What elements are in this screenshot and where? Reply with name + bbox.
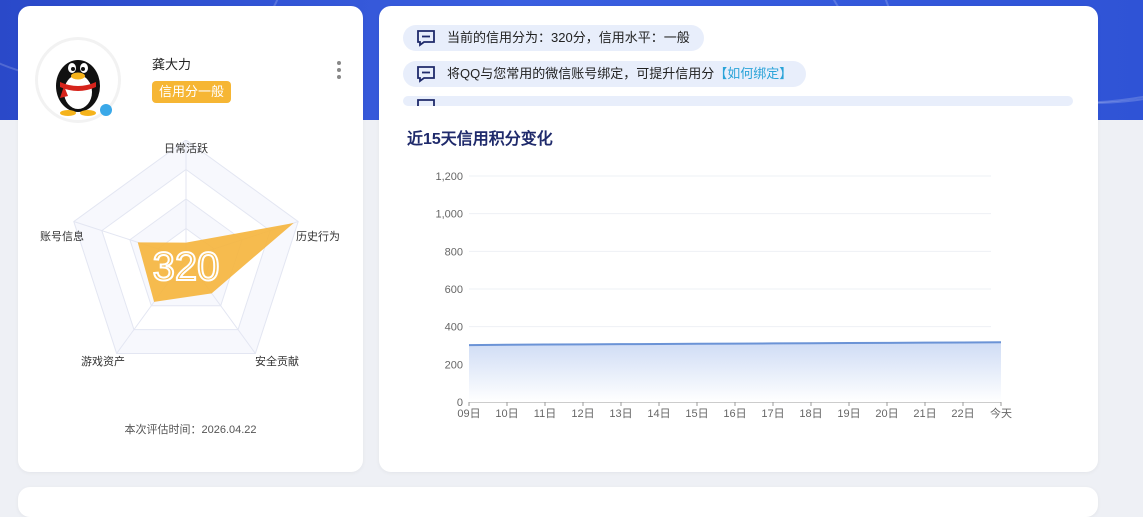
trend-x-tick: 12日: [571, 408, 594, 420]
trend-y-tick: 1,200: [435, 171, 463, 183]
trend-x-tick: 19日: [837, 408, 860, 420]
user-name: 龚大力: [152, 57, 192, 72]
credit-level-badge: 信用分一般: [152, 81, 232, 103]
message-icon: [417, 66, 435, 83]
credit-radar-chart: 320 日常活跃历史行为安全贡献 游戏资产 账号信息: [40, 140, 340, 368]
notice-bind-wechat: 将QQ与您常用的微信账号绑定，可提升信用分【如何绑定】: [403, 61, 807, 87]
trend-x-tick: 13日: [609, 408, 632, 420]
radar-axis-label: 日常活跃: [164, 141, 208, 155]
trend-y-tick: 200: [445, 359, 463, 371]
trend-x-tick: 15日: [685, 408, 708, 420]
radar-axis-label: 游戏资产: [81, 354, 125, 368]
message-icon: [417, 99, 435, 106]
notice-bind-text: 将QQ与您常用的微信账号绑定，可提升信用分: [447, 66, 715, 81]
evaluation-time: 本次评估时间：2026.04.22: [124, 424, 257, 436]
trend-x-tick: 21日: [913, 408, 936, 420]
trend-area: [469, 342, 1001, 402]
notice-partial: [403, 96, 1073, 106]
chart-title: 近15天信用积分变化: [407, 131, 553, 148]
trend-x-tick: 17日: [761, 408, 784, 420]
trend-x-tick: 10日: [495, 408, 518, 420]
trend-y-tick: 1,000: [435, 209, 463, 221]
notice-score: 当前的信用分为：320分，信用水平：一般: [403, 25, 704, 51]
radar-axis-label: 历史行为: [296, 230, 340, 243]
trend-x-tick: 11日: [534, 408, 556, 420]
trend-x-tick: 14日: [647, 408, 670, 420]
radar-axis-label: 账号信息: [40, 229, 84, 243]
qq-penguin-icon: [56, 60, 112, 116]
message-icon: [417, 30, 435, 47]
avatar[interactable]: [38, 40, 118, 120]
bottom-card: [18, 487, 1098, 517]
trend-x-tick: 22日: [951, 408, 974, 420]
credit-trend-chart: 02004006008001,0001,200 09日 10日 11日 12日 13日 1…: [435, 171, 1012, 420]
radar-axis-label: 安全贡献: [255, 354, 299, 368]
trend-y-tick: 800: [445, 246, 463, 258]
more-options-icon[interactable]: [334, 61, 344, 83]
trend-x-tick: 09日: [457, 408, 480, 420]
trend-x-tick: 16日: [723, 408, 746, 420]
notice-score-text: 当前的信用分为：320分，信用水平：一般: [447, 30, 690, 45]
trend-y-tick: 600: [445, 284, 463, 296]
how-to-bind-link[interactable]: 【如何绑定】: [714, 66, 792, 81]
radar-score-watermark: 320: [153, 245, 220, 289]
trend-x-tick: 18日: [799, 408, 822, 420]
trend-x-tick: 20日: [875, 408, 898, 420]
trend-x-tick: 今天: [990, 406, 1012, 420]
trend-y-tick: 400: [445, 322, 463, 334]
